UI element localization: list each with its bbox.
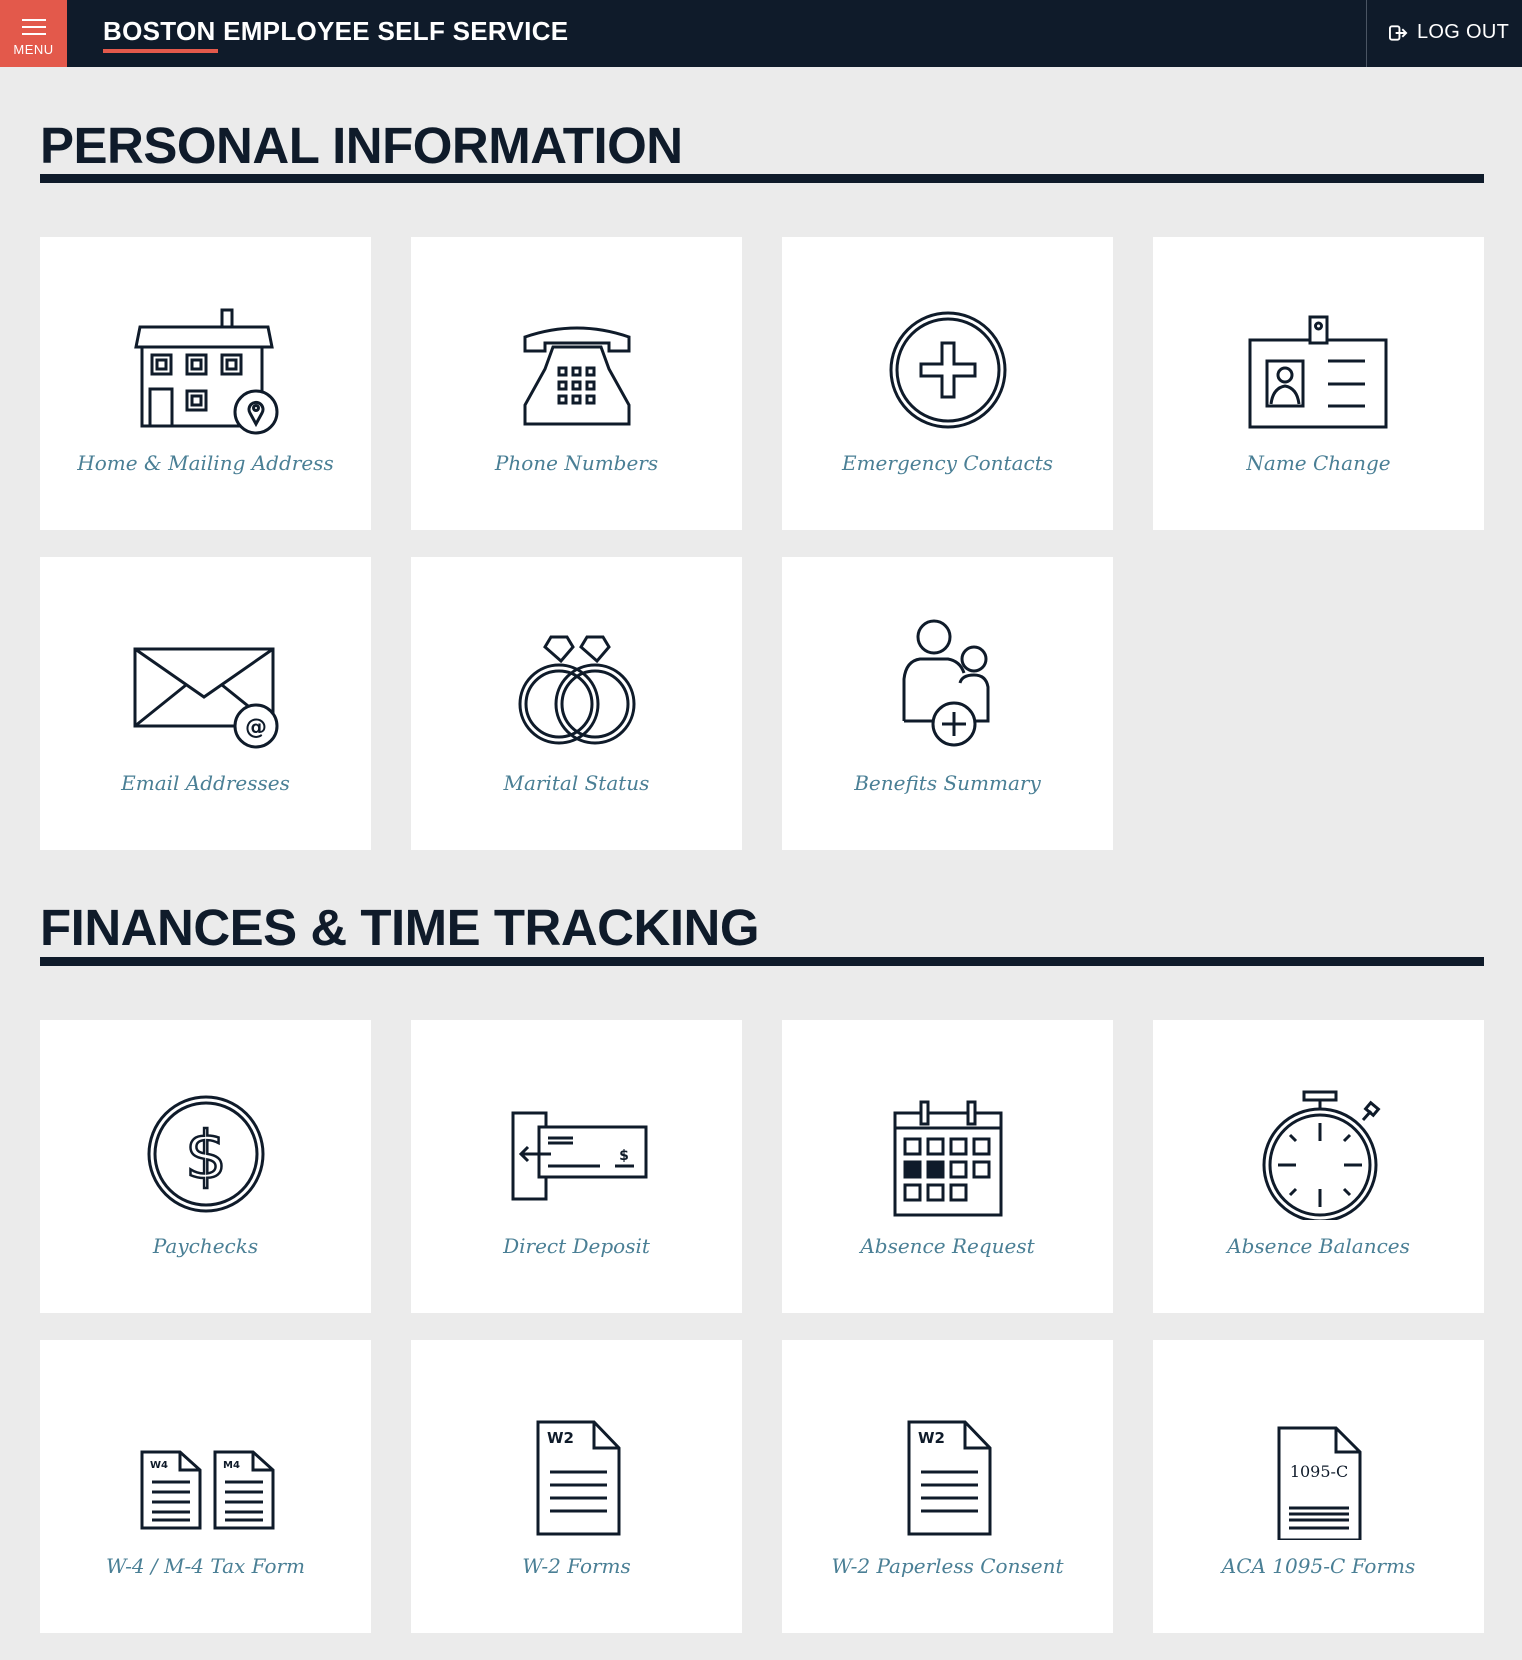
tile-marital-status[interactable]: Marital Status [411, 557, 742, 850]
hamburger-icon [22, 19, 46, 40]
tile-absence-balances[interactable]: Absence Balances [1153, 1020, 1484, 1313]
medical-cross-icon [889, 311, 1007, 429]
menu-button[interactable]: MENU [0, 0, 67, 67]
tile-w2-paperless-consent[interactable]: W2 W-2 Paperless Consent [782, 1340, 1113, 1633]
tile-label: W-2 Paperless Consent [831, 1554, 1064, 1578]
svg-text:1095-C: 1095-C [1290, 1462, 1348, 1481]
wedding-rings-icon [518, 635, 636, 745]
tile-label: ACA 1095-C Forms [1221, 1554, 1416, 1578]
svg-text:$: $ [185, 1117, 227, 1194]
tile-paychecks[interactable]: $ Paychecks [40, 1020, 371, 1313]
tile-label: W-2 Forms [522, 1554, 631, 1578]
tile-label: Name Change [1246, 451, 1391, 475]
menu-label: MENU [13, 42, 54, 57]
tile-direct-deposit[interactable]: $ Direct Deposit [411, 1020, 742, 1313]
check-deposit-icon: $ [511, 1111, 648, 1201]
svg-text:W4: W4 [150, 1460, 168, 1471]
tile-label: Home & Mailing Address [77, 451, 334, 475]
tile-phone-numbers[interactable]: Phone Numbers [411, 237, 742, 530]
svg-text:@: @ [245, 715, 267, 740]
tile-label: Absence Request [860, 1234, 1035, 1258]
tile-label: W-4 / M-4 Tax Form [105, 1554, 306, 1578]
tile-aca-1095c-forms[interactable]: 1095-C ACA 1095-C Forms [1153, 1340, 1484, 1633]
tile-emergency-contacts[interactable]: Emergency Contacts [782, 237, 1113, 530]
tile-label: Benefits Summary [854, 771, 1041, 795]
svg-text:M4: M4 [223, 1460, 240, 1471]
stopwatch-icon [1262, 1090, 1381, 1220]
tile-label: Paychecks [152, 1234, 259, 1258]
house-location-icon [134, 308, 279, 435]
envelope-at-icon: @ [133, 647, 279, 749]
tile-label: Emergency Contacts [841, 451, 1054, 475]
calendar-icon [893, 1100, 1003, 1217]
svg-text:$: $ [619, 1148, 629, 1164]
section-divider [40, 957, 1484, 966]
title-underline [103, 49, 218, 53]
tile-email-addresses[interactable]: @ Email Addresses [40, 557, 371, 850]
top-bar: MENU BOSTON EMPLOYEE SELF SERVICE LOG OU… [0, 0, 1522, 67]
id-badge-icon [1248, 315, 1388, 429]
svg-text:W2: W2 [918, 1429, 945, 1447]
tile-benefits-summary[interactable]: Benefits Summary [782, 557, 1113, 850]
tile-label: Phone Numbers [494, 451, 659, 475]
section-title-personal-information: PERSONAL INFORMATION [40, 117, 683, 174]
tile-label: Direct Deposit [503, 1234, 650, 1258]
dollar-coin-icon: $ [147, 1095, 265, 1213]
logout-button[interactable]: LOG OUT [1366, 0, 1522, 67]
tile-label: Absence Balances [1227, 1234, 1410, 1258]
form-1095c-icon: 1095-C [1277, 1426, 1362, 1540]
w2-document-icon: W2 [907, 1420, 992, 1536]
people-plus-icon [902, 619, 990, 747]
tile-label: Email Addresses [121, 771, 290, 795]
tile-w2-forms[interactable]: W2 W-2 Forms [411, 1340, 742, 1633]
section-title-finances-time-tracking: FINANCES & TIME TRACKING [40, 899, 759, 956]
telephone-icon [523, 326, 631, 426]
tile-absence-request[interactable]: Absence Request [782, 1020, 1113, 1313]
app-title[interactable]: BOSTON EMPLOYEE SELF SERVICE [103, 16, 568, 47]
tile-home-mailing-address[interactable]: Home & Mailing Address [40, 237, 371, 530]
svg-text:W2: W2 [547, 1429, 574, 1447]
logout-icon [1389, 25, 1408, 41]
tax-forms-icon: W4 M4 [140, 1450, 275, 1530]
logout-label: LOG OUT [1417, 21, 1510, 43]
tile-label: Marital Status [503, 771, 650, 795]
w2-document-icon: W2 [536, 1420, 621, 1536]
section-divider [40, 174, 1484, 183]
tile-w4-m4-tax-form[interactable]: W4 M4 W-4 / M-4 Tax Form [40, 1340, 371, 1633]
tile-name-change[interactable]: Name Change [1153, 237, 1484, 530]
